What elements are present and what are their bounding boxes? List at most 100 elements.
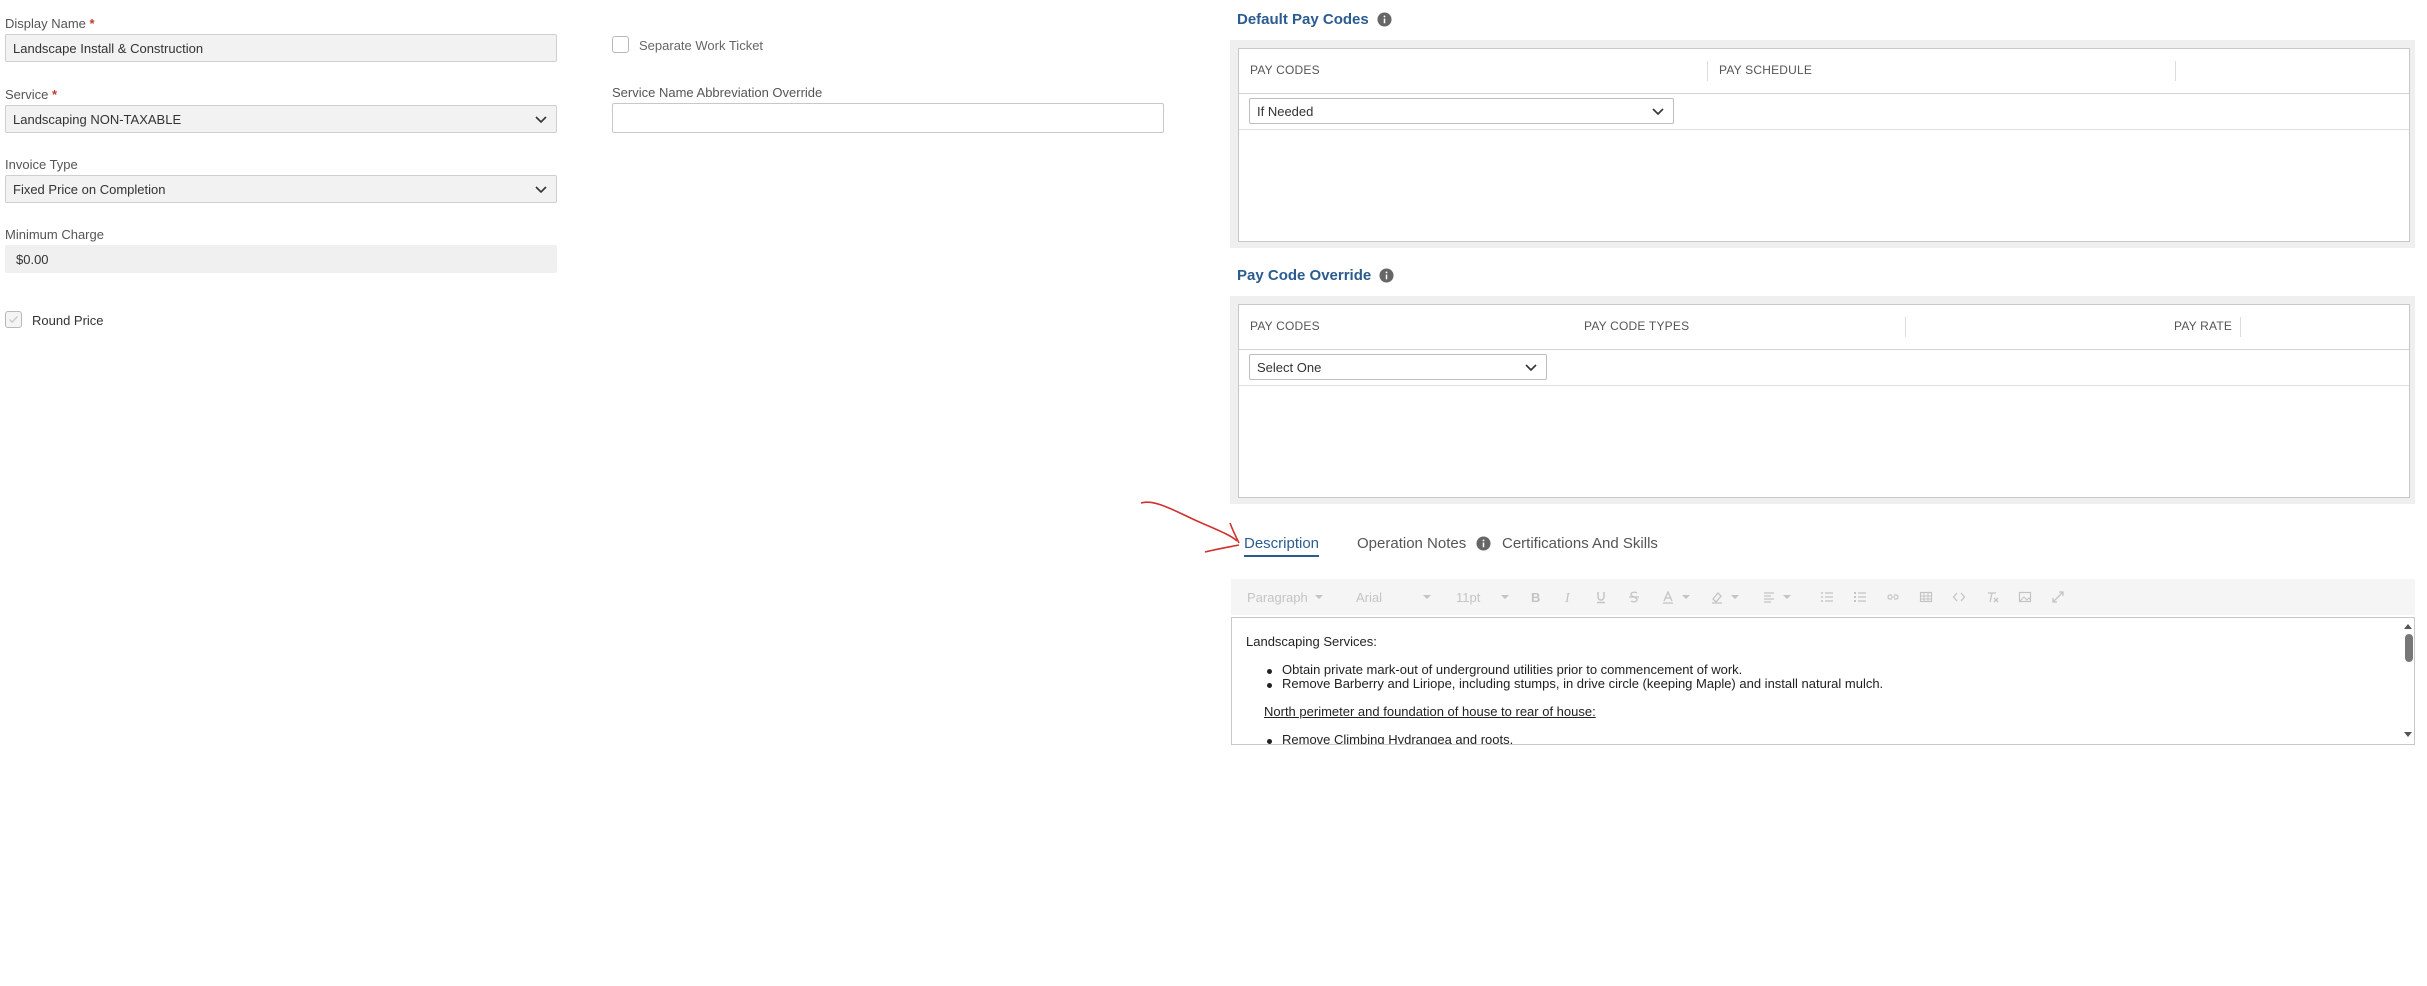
grid-header: PAY CODES PAY CODE TYPES PAY RATE <box>1239 305 2409 350</box>
col-separator <box>2175 61 2176 81</box>
strikethrough-icon <box>1629 591 1639 603</box>
chevron-down-icon <box>535 186 547 194</box>
scroll-up-icon[interactable] <box>2402 621 2414 631</box>
list-item: Obtain private mark-out of underground u… <box>1282 662 1743 677</box>
pay-code-override-title-text: Pay Code Override <box>1237 267 1372 284</box>
list-item: Remove Climbing Hydrangea and roots. <box>1282 732 1514 745</box>
svg-text:B: B <box>1531 590 1540 604</box>
pay-code-override-select-value: Select One <box>1257 359 1322 375</box>
col-separator <box>2240 317 2241 337</box>
col-separator <box>1905 317 1906 337</box>
numbered-list-icon <box>1821 592 1833 602</box>
col-pay-codes[interactable]: PAY CODES <box>1250 319 1320 333</box>
list-bullet <box>1267 669 1272 674</box>
bullet-list-button[interactable] <box>1853 579 1867 615</box>
abbrev-override-input[interactable] <box>612 103 1164 133</box>
font-select[interactable]: Arial <box>1356 579 1434 615</box>
default-pay-codes-title-text: Default Pay Codes <box>1237 11 1369 28</box>
separate-work-ticket-label: Separate Work Ticket <box>639 38 764 53</box>
chevron-down-icon <box>1525 364 1537 372</box>
image-icon <box>2018 591 2032 603</box>
chevron-down-icon <box>1652 108 1664 116</box>
caret-down-icon <box>1314 595 1323 599</box>
minimum-charge-value: $0.00 <box>16 251 49 267</box>
col-separator <box>1707 61 1708 81</box>
text-color-button[interactable] <box>1661 579 1693 615</box>
underline-icon <box>1597 592 1605 604</box>
required-mark: * <box>89 16 95 31</box>
list-bullet <box>1267 683 1272 688</box>
fullscreen-button[interactable] <box>2051 579 2065 615</box>
caret-down-icon <box>1783 595 1791 599</box>
code-icon <box>1952 592 1966 602</box>
text-color-icon <box>1663 590 1673 604</box>
font-size-select[interactable]: 11pt <box>1456 579 1512 615</box>
pay-code-override-select[interactable]: Select One <box>1249 354 1547 380</box>
link-button[interactable] <box>1886 579 1900 615</box>
svg-text:I: I <box>1564 591 1571 604</box>
highlight-color-button[interactable] <box>1710 579 1742 615</box>
display-name-label-text: Display Name <box>5 16 86 31</box>
clear-format-button[interactable] <box>1985 579 1999 615</box>
image-button[interactable] <box>2018 579 2032 615</box>
bold-icon: B <box>1531 590 1540 604</box>
info-icon[interactable] <box>1379 268 1394 283</box>
paragraph-select-value: Paragraph <box>1247 589 1308 605</box>
caret-down-icon <box>1682 595 1690 599</box>
col-pay-schedule[interactable]: PAY SCHEDULE <box>1719 63 1812 77</box>
pay-code-select-value: If Needed <box>1257 103 1314 119</box>
scroll-down-icon[interactable] <box>2402 730 2414 740</box>
service-select[interactable]: Landscaping NON-TAXABLE <box>5 105 557 133</box>
italic-icon: I <box>1564 591 1571 604</box>
minimum-charge-field[interactable]: $0.00 <box>5 245 557 273</box>
invoice-type-select[interactable]: Fixed Price on Completion <box>5 175 557 203</box>
bold-button[interactable]: B <box>1528 579 1542 615</box>
strikethrough-button[interactable] <box>1627 579 1641 615</box>
caret-down-icon <box>1501 595 1509 599</box>
italic-button[interactable]: I <box>1561 579 1575 615</box>
table-icon <box>1919 591 1933 603</box>
numbered-list-button[interactable] <box>1820 579 1834 615</box>
list-item: Remove Barberry and Liriope, including s… <box>1282 676 1884 691</box>
underline-button[interactable] <box>1594 579 1608 615</box>
font-size-select-value: 11pt <box>1456 589 1481 605</box>
scrollbar-thumb[interactable] <box>2405 634 2413 662</box>
display-name-field[interactable]: Landscape Install & Construction <box>5 34 557 62</box>
highlight-icon <box>1712 592 1722 604</box>
pay-code-select[interactable]: If Needed <box>1249 98 1674 124</box>
annotation-arrow-icon <box>1140 501 1240 553</box>
editor-scrollbar[interactable] <box>2402 618 2414 744</box>
table-row: If Needed <box>1239 93 2409 130</box>
invoice-type-label: Invoice Type <box>5 157 78 172</box>
editor-subheading: North perimeter and foundation of house … <box>1264 704 1596 719</box>
col-pay-codes[interactable]: PAY CODES <box>1250 63 1320 77</box>
list-bullet <box>1267 739 1272 744</box>
col-pay-code-types[interactable]: PAY CODE TYPES <box>1584 319 1689 333</box>
info-icon[interactable] <box>1377 12 1392 27</box>
pay-code-override-title: Pay Code Override <box>1237 267 1394 284</box>
check-icon <box>9 315 18 324</box>
grid-header: PAY CODES PAY SCHEDULE <box>1239 49 2409 94</box>
tab-certifications-and-skills[interactable]: Certifications And Skills <box>1502 535 1658 552</box>
tab-description[interactable]: Description <box>1244 535 1320 557</box>
info-icon[interactable] <box>1476 536 1491 551</box>
table-button[interactable] <box>1919 579 1933 615</box>
round-price-checkbox[interactable] <box>5 311 22 328</box>
minimum-charge-label: Minimum Charge <box>5 227 104 242</box>
invoice-type-value: Fixed Price on Completion <box>13 181 166 197</box>
display-name-label: Display Name * <box>5 16 95 31</box>
paragraph-select[interactable]: Paragraph <box>1247 579 1326 615</box>
bullet-list-icon <box>1854 592 1866 602</box>
editor-heading: Landscaping Services: <box>1246 634 1377 649</box>
caret-down-icon <box>1423 595 1431 599</box>
font-select-value: Arial <box>1356 589 1383 605</box>
link-icon <box>1887 594 1899 600</box>
align-button[interactable] <box>1762 579 1794 615</box>
service-label: Service * <box>5 87 57 102</box>
tab-operation-notes[interactable]: Operation Notes <box>1357 535 1466 552</box>
col-pay-rate[interactable]: PAY RATE <box>2174 319 2232 333</box>
code-button[interactable] <box>1952 579 1966 615</box>
description-editor[interactable]: Landscaping Services: Obtain private mar… <box>1231 617 2415 745</box>
chevron-down-icon <box>535 116 547 124</box>
separate-work-ticket-checkbox[interactable] <box>612 36 629 53</box>
